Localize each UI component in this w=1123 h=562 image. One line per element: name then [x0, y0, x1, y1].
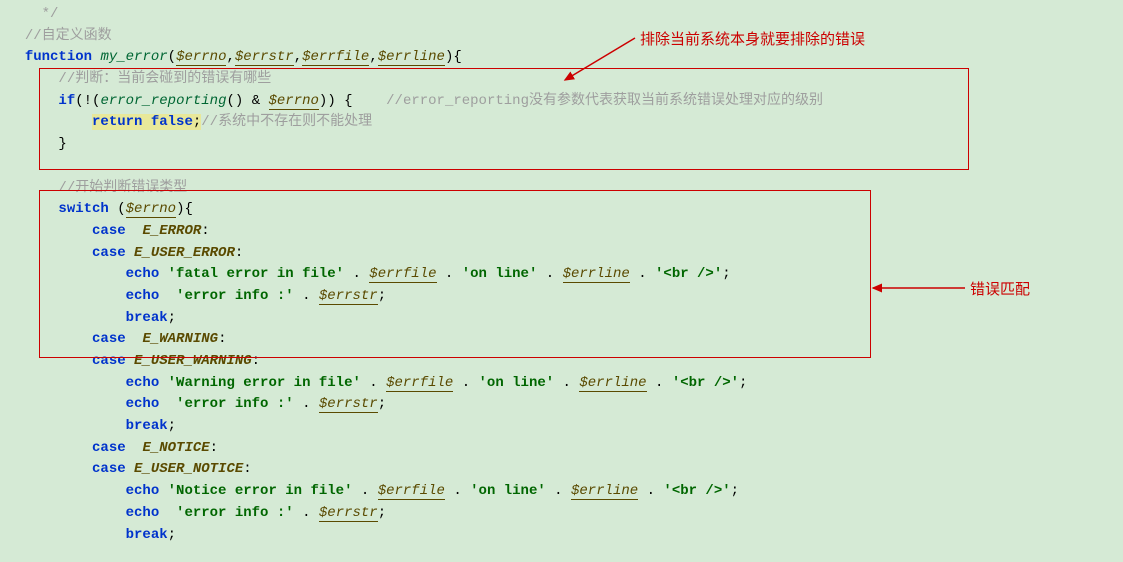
- keyword-function: function: [25, 49, 92, 65]
- comment-judge: //判断：当前会碰到的错误有哪些: [58, 71, 271, 87]
- annotation-exclude: 排除当前系统本身就要排除的错误: [640, 28, 865, 51]
- comment-custom-fn: //自定义函数: [25, 28, 112, 44]
- code-block: */ //自定义函数 function my_error($errno,$err…: [0, 0, 1123, 546]
- fn-name: my_error: [100, 49, 167, 65]
- comment-switch: //开始判断错误类型: [58, 180, 187, 196]
- comment-close: */: [33, 6, 58, 22]
- annotation-match: 错误匹配: [970, 278, 1030, 301]
